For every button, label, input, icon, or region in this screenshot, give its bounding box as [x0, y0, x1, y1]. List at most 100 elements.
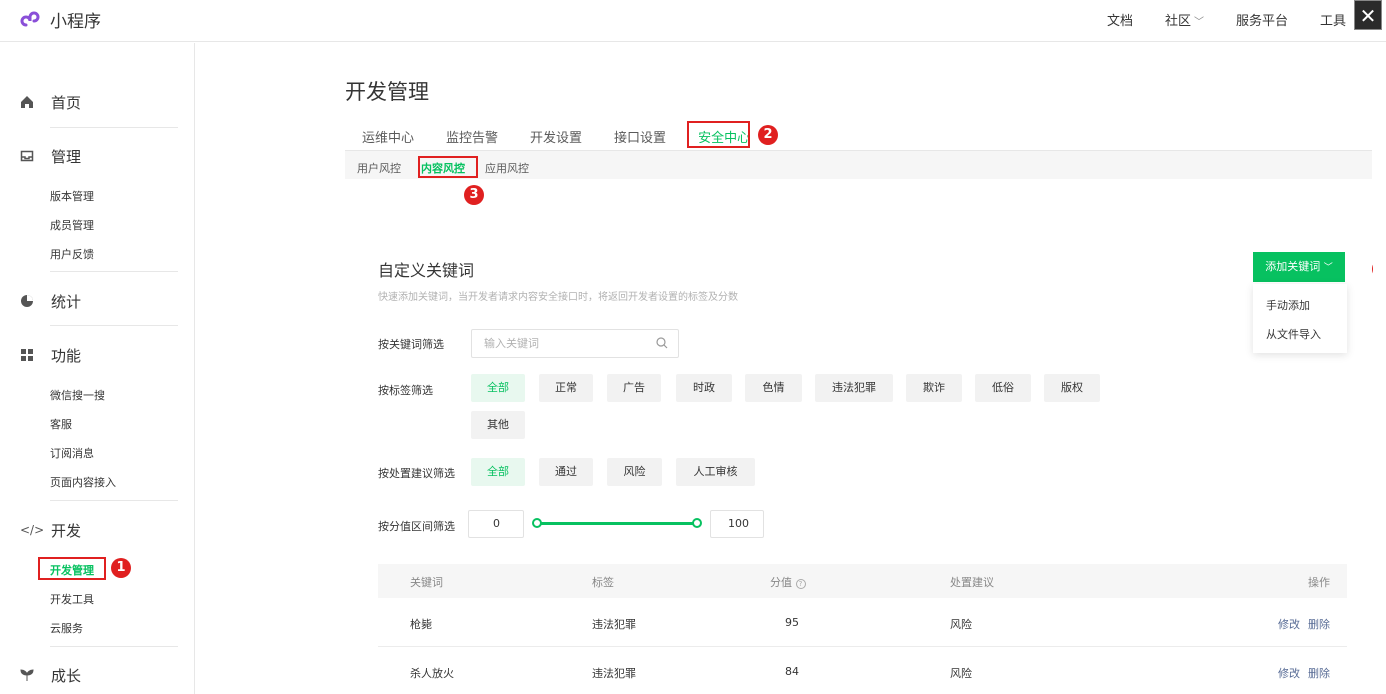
table-header [378, 564, 1347, 598]
card-title: 自定义关键词 [378, 261, 475, 280]
sidebar-label: 首页 [51, 93, 82, 112]
cell-score: 84 [785, 665, 799, 678]
col-actions: 操作 [1308, 576, 1330, 589]
suggest-chip-risk[interactable]: 风险 [607, 458, 662, 486]
cell-tag: 违法犯罪 [592, 667, 636, 680]
sidebar-label: 开发 [51, 521, 82, 540]
close-button[interactable]: ✕ [1354, 0, 1382, 30]
sidebar-label: 成长 [51, 666, 82, 685]
sidebar-item-dev-tools[interactable]: 开发工具 [50, 591, 94, 607]
sprout-icon [20, 668, 34, 682]
grid-icon [20, 348, 34, 362]
sidebar-item-subscribe[interactable]: 订阅消息 [50, 445, 94, 461]
slider-handle-min[interactable] [532, 518, 542, 528]
sidebar-item-growth[interactable]: 成长 [20, 663, 180, 687]
tag-chip-illegal[interactable]: 违法犯罪 [815, 374, 893, 402]
sidebar-item-wechat-search[interactable]: 微信搜一搜 [50, 387, 105, 403]
filter-suggest-label: 按处置建议筛选 [378, 467, 455, 480]
edit-link[interactable]: 修改 [1278, 665, 1300, 681]
help-icon[interactable]: ? [795, 579, 806, 589]
tab-monitor[interactable]: 监控告警 [446, 127, 498, 146]
subtab-user-risk[interactable]: 用户风控 [357, 160, 401, 176]
cell-suggest: 风险 [950, 618, 972, 631]
tab-api-settings[interactable]: 接口设置 [614, 127, 666, 146]
menu-item-import-file[interactable]: 从文件导入 [1266, 326, 1321, 342]
filter-tag-label: 按标签筛选 [378, 384, 433, 397]
card-description: 快速添加关键词，当开发者请求内容安全接口时，将返回开发者设置的标签及分数 [378, 292, 738, 303]
edit-link[interactable]: 修改 [1278, 616, 1300, 632]
inbox-icon [20, 149, 34, 163]
col-suggest: 处置建议 [950, 576, 994, 589]
tag-chip-normal[interactable]: 正常 [539, 374, 593, 402]
delete-link[interactable]: 删除 [1308, 665, 1330, 681]
keyword-search [471, 329, 679, 358]
cell-suggest: 风险 [950, 667, 972, 680]
col-tag: 标签 [592, 576, 614, 589]
sidebar-item-feedback[interactable]: 用户反馈 [50, 246, 94, 262]
chevron-down-icon: ﹀ [1193, 17, 1204, 28]
nav-services[interactable]: 服务平台 [1236, 10, 1288, 29]
col-score-label: 分值 [770, 576, 792, 589]
keyword-search-input[interactable] [484, 330, 654, 357]
sidebar-item-page-content[interactable]: 页面内容接入 [50, 474, 116, 490]
score-min-input[interactable]: 0 [468, 510, 524, 538]
tag-chip-politics[interactable]: 时政 [676, 374, 732, 402]
suggest-chip-manual[interactable]: 人工审核 [676, 458, 755, 486]
filter-score-label: 按分值区间筛选 [378, 520, 455, 533]
pie-chart-icon [20, 294, 34, 308]
tab-dev-settings[interactable]: 开发设置 [530, 127, 582, 146]
code-icon: </> [20, 523, 45, 537]
subtab-app-risk[interactable]: 应用风控 [485, 160, 529, 176]
add-keyword-label: 添加关键词 [1265, 260, 1321, 273]
tag-chip-porn[interactable]: 色情 [745, 374, 802, 402]
chevron-down-icon: ﹀ [1323, 263, 1333, 273]
add-keyword-menu: 手动添加 从文件导入 [1253, 284, 1347, 353]
sidebar-item-develop[interactable]: </> 开发 [20, 518, 180, 542]
delete-link[interactable]: 删除 [1308, 616, 1330, 632]
filter-keyword-label: 按关键词筛选 [378, 338, 444, 351]
step-badge-3: 3 [464, 185, 484, 205]
tab-ops[interactable]: 运维中心 [362, 127, 414, 146]
cell-keyword: 枪毙 [410, 618, 432, 631]
cell-keyword: 杀人放火 [410, 667, 454, 680]
suggest-chip-all[interactable]: 全部 [471, 458, 525, 486]
cell-tag: 违法犯罪 [592, 618, 636, 631]
nav-community[interactable]: 社区 ﹀ [1165, 10, 1204, 29]
sidebar-item-customer-service[interactable]: 客服 [50, 416, 72, 432]
tag-chip-fraud[interactable]: 欺诈 [906, 374, 962, 402]
sidebar-item-version[interactable]: 版本管理 [50, 188, 94, 204]
nav-tools[interactable]: 工具 [1320, 10, 1346, 29]
add-keyword-button[interactable]: 添加关键词 ﹀ [1253, 252, 1345, 282]
slider-handle-max[interactable] [692, 518, 702, 528]
tag-chip-other[interactable]: 其他 [471, 411, 525, 439]
logo[interactable]: 小程序 [20, 7, 101, 32]
suggest-chip-pass[interactable]: 通过 [539, 458, 593, 486]
sidebar-item-features[interactable]: 功能 [20, 343, 180, 367]
search-icon[interactable] [656, 337, 668, 349]
tag-chip-ad[interactable]: 广告 [607, 374, 661, 402]
sidebar-item-stats[interactable]: 统计 [20, 289, 180, 313]
home-icon [20, 95, 34, 109]
menu-item-manual-add[interactable]: 手动添加 [1266, 297, 1310, 313]
sidebar-item-manage[interactable]: 管理 [20, 144, 180, 168]
highlight-box-content-risk [418, 156, 478, 178]
sidebar-item-home[interactable]: 首页 [20, 90, 180, 114]
page-title: 开发管理 [345, 80, 429, 104]
score-slider-track[interactable] [536, 522, 698, 525]
top-nav: 文档 社区 ﹀ 服务平台 工具 [1075, 10, 1346, 29]
tag-chip-copyright[interactable]: 版权 [1044, 374, 1100, 402]
sidebar [0, 43, 195, 694]
tag-chip-all[interactable]: 全部 [471, 374, 525, 402]
step-badge-1: 1 [111, 558, 131, 578]
cell-score: 95 [785, 616, 799, 629]
mini-program-logo-icon [20, 11, 40, 26]
tag-chip-vulgar[interactable]: 低俗 [975, 374, 1031, 402]
sidebar-item-members[interactable]: 成员管理 [50, 217, 94, 233]
divider [50, 646, 178, 647]
step-badge-2: 2 [758, 125, 778, 145]
sidebar-item-cloud[interactable]: 云服务 [50, 620, 83, 636]
divider [50, 500, 178, 501]
nav-docs[interactable]: 文档 [1107, 10, 1133, 29]
score-max-input[interactable]: 100 [710, 510, 764, 538]
app-name: 小程序 [50, 12, 101, 32]
